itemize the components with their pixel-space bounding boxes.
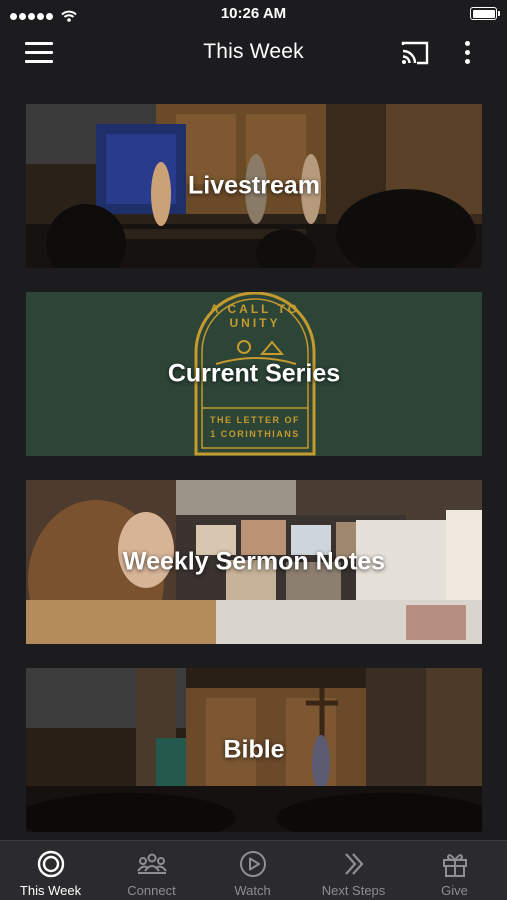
cast-icon[interactable] — [399, 38, 431, 68]
livestream-card[interactable]: Livestream — [26, 104, 482, 268]
livestream-label: Livestream — [187, 171, 321, 200]
tab-bar: This Week Connect Watch Next Steps Give — [0, 840, 507, 900]
bible-label: Bible — [223, 735, 285, 764]
weekly-sermon-notes-label: Weekly Sermon Notes — [122, 547, 386, 576]
tab-this-week-label: This Week — [19, 883, 82, 898]
more-vertical-icon[interactable] — [458, 38, 478, 68]
battery-icon — [470, 7, 500, 20]
current-series-card[interactable]: A CALL TO UNITY THE LETTER OF 1 CORINTHI… — [26, 292, 482, 456]
bible-card[interactable]: Bible — [26, 668, 482, 832]
tab-connect-label: Connect — [127, 883, 176, 898]
tab-watch-label: Watch — [234, 883, 271, 898]
gift-icon — [442, 854, 467, 877]
group-icon — [136, 853, 167, 874]
series-artwork-title: A CALL TO UNITY — [209, 302, 301, 330]
series-artwork-line1: THE LETTER OF — [210, 415, 300, 425]
tab-next-steps[interactable]: Next Steps — [303, 841, 404, 900]
target-icon — [37, 850, 64, 878]
play-circle-icon — [239, 851, 266, 877]
tab-connect[interactable]: Connect — [101, 841, 202, 900]
tab-give-label: Give — [441, 883, 468, 898]
double-chevron-right-icon — [344, 853, 363, 875]
current-series-label: Current Series — [167, 359, 341, 388]
weekly-sermon-notes-card[interactable]: Weekly Sermon Notes — [26, 480, 482, 644]
status-bar: 10:26 AM — [0, 0, 507, 26]
tab-watch[interactable]: Watch — [202, 841, 303, 900]
series-artwork-line2: 1 CORINTHIANS — [210, 429, 300, 439]
nav-bar: This Week — [0, 26, 507, 80]
tab-give[interactable]: Give — [404, 841, 505, 900]
tab-this-week[interactable]: This Week — [0, 841, 101, 900]
status-time: 10:26 AM — [220, 5, 287, 22]
tab-next-steps-label: Next Steps — [321, 883, 386, 898]
